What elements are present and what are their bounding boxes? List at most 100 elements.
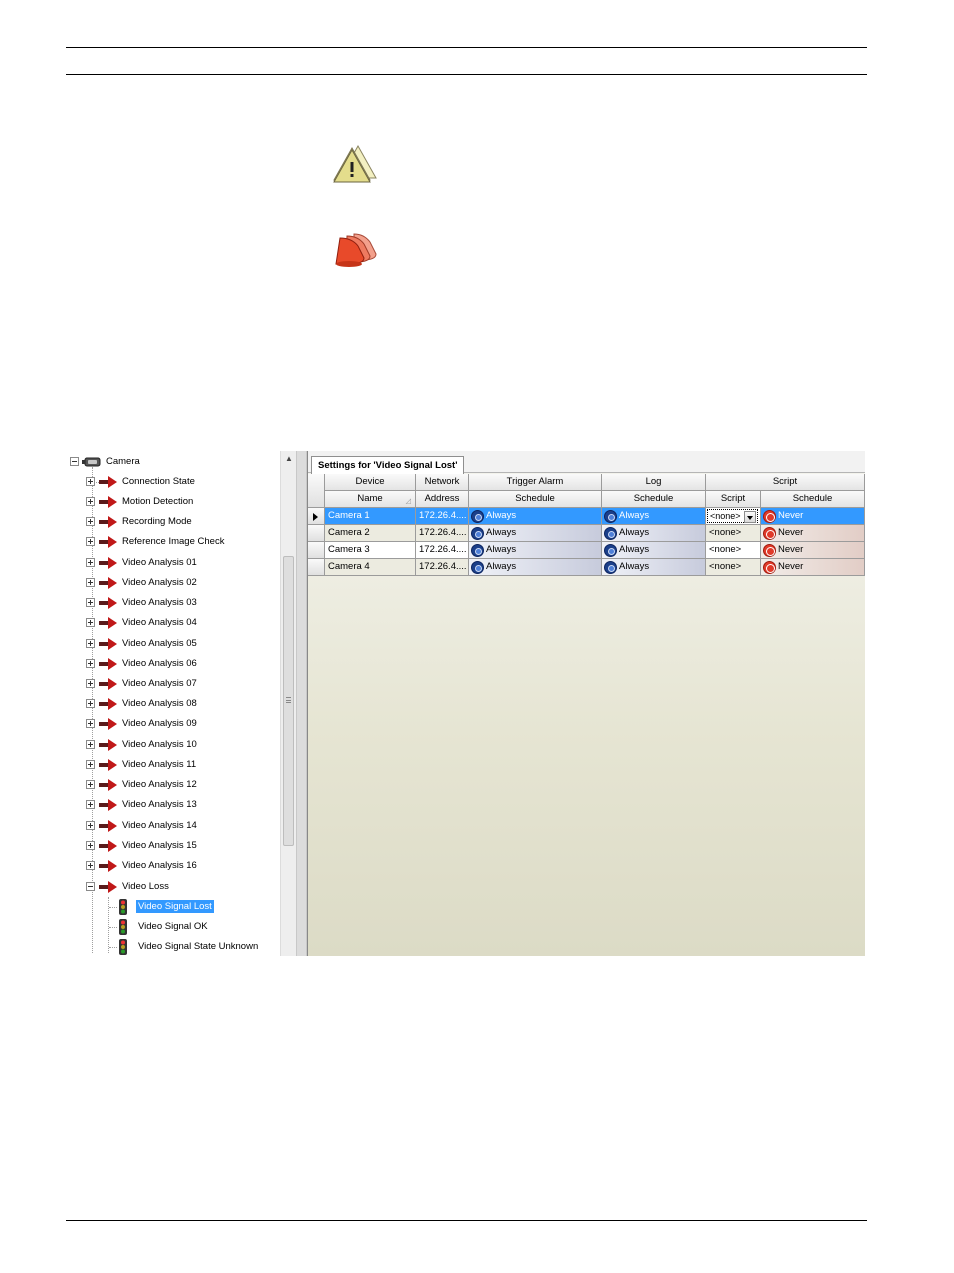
tree-node-item[interactable]: Video Analysis 06 [68, 655, 296, 673]
row-header[interactable] [308, 508, 325, 525]
tree-scrollbar[interactable]: ▲ [280, 451, 296, 956]
column-header-script-schedule[interactable]: Schedule [761, 491, 865, 508]
cell-camera-name[interactable]: Camera 1 [325, 508, 416, 525]
tree-node-video-signal-state-unknown[interactable]: Video Signal State Unknown [68, 938, 296, 956]
column-header-script[interactable]: Script [706, 491, 761, 508]
expand-icon[interactable] [86, 659, 95, 668]
tree-node-label: Recording Mode [122, 516, 192, 527]
tree-node-item[interactable]: Video Analysis 03 [68, 594, 296, 612]
expand-icon[interactable] [86, 578, 95, 587]
collapse-icon[interactable] [86, 882, 95, 891]
tab-settings-video-signal-lost[interactable]: Settings for 'Video Signal Lost' [311, 456, 465, 474]
expand-icon[interactable] [86, 618, 95, 627]
tree-node-item[interactable]: Video Analysis 15 [68, 837, 296, 855]
pane-splitter[interactable] [296, 451, 307, 956]
cell-script-dropdown[interactable]: <none> [706, 508, 761, 525]
scroll-up-icon[interactable]: ▲ [281, 451, 296, 467]
column-header-name[interactable]: Name ◿ [325, 491, 416, 508]
cell-trigger-schedule[interactable]: Always [469, 525, 602, 542]
expand-icon[interactable] [86, 679, 95, 688]
cell-script[interactable]: <none> [706, 542, 761, 559]
column-header-log-schedule[interactable]: Schedule [602, 491, 706, 508]
cell-camera-name[interactable]: Camera 2 [325, 525, 416, 542]
row-header[interactable] [308, 542, 325, 559]
tree-node-label: Video Signal Lost [136, 900, 214, 913]
row-header[interactable] [308, 525, 325, 542]
cell-camera-name[interactable]: Camera 4 [325, 559, 416, 576]
expand-icon[interactable] [86, 719, 95, 728]
tree-node-item[interactable]: Video Analysis 14 [68, 817, 296, 835]
event-tree: Camera Connection State Motion Detection… [68, 451, 296, 956]
scroll-thumb[interactable] [283, 556, 294, 846]
cell-script[interactable]: <none> [706, 559, 761, 576]
expand-icon[interactable] [86, 780, 95, 789]
cell-log-schedule[interactable]: Always [602, 559, 706, 576]
tree-node-item[interactable]: Video Analysis 16 [68, 857, 296, 875]
tree-node-video-signal-ok[interactable]: Video Signal OK [68, 918, 296, 936]
tree-node-item[interactable]: Reference Image Check [68, 533, 296, 551]
traffic-light-icon [119, 899, 127, 915]
expand-icon[interactable] [86, 517, 95, 526]
cell-value: Always [619, 544, 650, 555]
expand-icon[interactable] [86, 861, 95, 870]
cell-script-schedule[interactable]: Never [761, 525, 865, 542]
column-header-trigger-schedule[interactable]: Schedule [469, 491, 602, 508]
tree-node-label: Video Signal OK [138, 921, 208, 932]
tree-node-item[interactable]: Video Analysis 04 [68, 614, 296, 632]
tree-node-item[interactable]: Video Analysis 07 [68, 675, 296, 693]
expand-icon[interactable] [86, 699, 95, 708]
cell-script[interactable]: <none> [706, 525, 761, 542]
tree-node-label: Video Analysis 02 [122, 577, 197, 588]
tree-node-item[interactable]: Motion Detection [68, 493, 296, 511]
schedule-clock-icon [604, 561, 617, 574]
expand-icon[interactable] [86, 821, 95, 830]
script-select[interactable]: <none> [707, 509, 758, 523]
tree-node-item[interactable]: Video Analysis 02 [68, 574, 296, 592]
row-header[interactable] [308, 559, 325, 576]
tree-node-video-loss[interactable]: Video Loss [68, 878, 296, 896]
tree-node-item[interactable]: Video Analysis 01 [68, 554, 296, 572]
cell-address[interactable]: 172.26.4.... [416, 508, 469, 525]
tree-node-item[interactable]: Connection State [68, 473, 296, 491]
group-header-trigger-alarm: Trigger Alarm [469, 474, 602, 491]
expand-icon[interactable] [86, 477, 95, 486]
tree-node-item[interactable]: Video Analysis 09 [68, 715, 296, 733]
tree-node-item[interactable]: Video Analysis 13 [68, 796, 296, 814]
tree-node-item[interactable]: Recording Mode [68, 513, 296, 531]
expand-icon[interactable] [86, 841, 95, 850]
cell-camera-name[interactable]: Camera 3 [325, 542, 416, 559]
cell-address[interactable]: 172.26.4.... [416, 559, 469, 576]
expand-icon[interactable] [86, 639, 95, 648]
expand-icon[interactable] [86, 760, 95, 769]
expand-icon[interactable] [86, 537, 95, 546]
tree-node-label: Video Analysis 15 [122, 840, 197, 851]
tree-node-camera[interactable]: Camera [68, 453, 296, 471]
cell-script-schedule[interactable]: Never [761, 542, 865, 559]
chevron-down-icon[interactable] [744, 511, 756, 523]
arrow-icon [99, 698, 117, 710]
tree-node-video-signal-lost[interactable]: Video Signal Lost [68, 898, 296, 916]
expand-icon[interactable] [86, 558, 95, 567]
tree-node-item[interactable]: Video Analysis 10 [68, 736, 296, 754]
cell-log-schedule[interactable]: Always [602, 508, 706, 525]
expand-icon[interactable] [86, 800, 95, 809]
cell-log-schedule[interactable]: Always [602, 525, 706, 542]
collapse-icon[interactable] [70, 457, 79, 466]
cell-address[interactable]: 172.26.4.... [416, 542, 469, 559]
cell-script-schedule[interactable]: Never [761, 508, 865, 525]
cell-trigger-schedule[interactable]: Always [469, 542, 602, 559]
expand-icon[interactable] [86, 497, 95, 506]
expand-icon[interactable] [86, 740, 95, 749]
tree-node-item[interactable]: Video Analysis 12 [68, 776, 296, 794]
cell-address[interactable]: 172.26.4.... [416, 525, 469, 542]
arrow-icon [99, 881, 117, 893]
tree-node-item[interactable]: Video Analysis 05 [68, 635, 296, 653]
cell-trigger-schedule[interactable]: Always [469, 559, 602, 576]
expand-icon[interactable] [86, 598, 95, 607]
tree-node-item[interactable]: Video Analysis 08 [68, 695, 296, 713]
cell-script-schedule[interactable]: Never [761, 559, 865, 576]
cell-trigger-schedule[interactable]: Always [469, 508, 602, 525]
cell-log-schedule[interactable]: Always [602, 542, 706, 559]
column-header-address[interactable]: Address [416, 491, 469, 508]
tree-node-item[interactable]: Video Analysis 11 [68, 756, 296, 774]
